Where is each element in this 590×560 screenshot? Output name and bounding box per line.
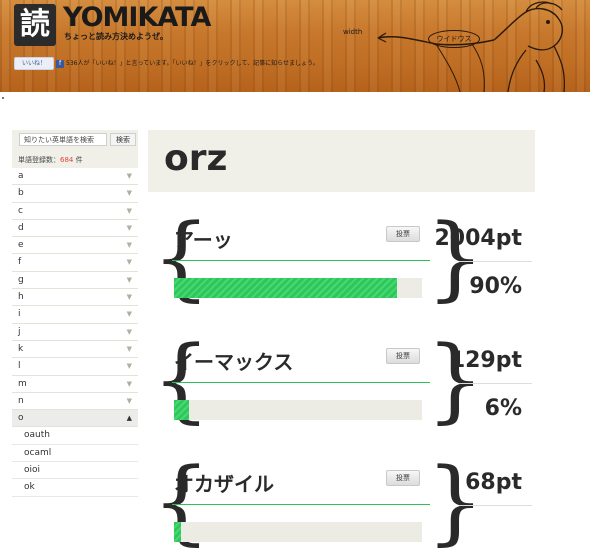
sidebar-letter-label: e [18, 240, 24, 251]
sidebar-letter-a[interactable]: a ▼ [12, 168, 138, 186]
candidate-entry: {} オカザイル 投票 68pt [152, 456, 532, 560]
chevron-down-icon: ▼ [126, 172, 132, 180]
chevron-down-icon: ▼ [126, 310, 132, 319]
word-count: 単語登録数：684 件 [12, 154, 138, 168]
sidebar-letter-label: l [18, 361, 21, 372]
sidebar-word-item[interactable]: oioi [12, 462, 138, 480]
vote-points: 68pt [465, 470, 522, 495]
sidebar-letter-label: o [18, 413, 24, 424]
letter-index: a ▼ b ▼ c ▼ d ▼ e ▼ f ▼ g ▼ h ▼ i ▼ j ▼ k ▼ l ▼ m ▼ n ▼ o ▲ oauth ocaml… [12, 168, 138, 497]
vote-bar [174, 278, 422, 298]
word-count-value: 684 [60, 156, 74, 164]
site-logo-text[interactable]: YOMIKATA [63, 2, 211, 33]
search-input[interactable]: 知りたい英単語を検索 [19, 133, 107, 146]
sidebar-letter-label: n [18, 395, 24, 406]
like-count-text: 536人が「いいね！」と言っています。「いいね！」をクリックして、記事に知らせま… [66, 60, 319, 67]
chevron-down-icon: ▼ [126, 293, 132, 302]
separator-dot [2, 97, 4, 99]
vote-percent: 6% [484, 396, 522, 421]
vote-bar-fill [174, 522, 182, 542]
divider-line [172, 382, 430, 383]
vote-points: 2004pt [434, 226, 523, 251]
sidebar-letter-j[interactable]: j ▼ [12, 324, 138, 341]
candidate-entry: {} アーッ 投票 2004pt 90% [152, 212, 532, 316]
sidebar-letter-n[interactable]: n ▼ [12, 393, 138, 411]
points-separator [460, 261, 532, 262]
sidebar-letter-k[interactable]: k ▼ [12, 341, 138, 359]
sidebar-word-item[interactable]: ocaml [12, 445, 138, 463]
vote-bar [174, 522, 422, 542]
search-button[interactable]: 検索 [110, 133, 136, 146]
site-header: 読 YOMIKATA ちょっと読み方決めようぜ。 width いいね！ f 536… [0, 0, 590, 92]
chevron-down-icon: ▼ [126, 379, 132, 388]
chevron-down-icon: ▼ [126, 258, 132, 267]
facebook-like-button[interactable]: いいね！ [14, 57, 54, 70]
vote-bar-fill [174, 400, 189, 420]
logo-icon[interactable]: 読 [14, 4, 56, 46]
sidebar-word-item[interactable]: ok [12, 479, 138, 497]
sidebar-letter-b[interactable]: b ▼ [12, 185, 138, 203]
sidebar-letter-d[interactable]: d ▼ [12, 220, 138, 238]
sidebar-letter-m[interactable]: m ▼ [12, 376, 138, 393]
candidate-entry: {} イーマックス 投票 129pt 6% [152, 334, 532, 438]
sidebar-letter-o[interactable]: o ▲ [12, 410, 138, 428]
divider-line [172, 504, 430, 505]
vote-bar [174, 400, 422, 420]
chevron-down-icon: ▼ [126, 275, 132, 284]
vote-button[interactable]: 投票 [386, 348, 420, 364]
sidebar-letter-e[interactable]: e ▼ [12, 237, 138, 255]
vote-points: 129pt [449, 348, 522, 373]
sidebar-letter-f[interactable]: f ▼ [12, 254, 138, 272]
speech-bubble: ウイドウス [428, 30, 480, 48]
sidebar-letter-label: d [18, 222, 24, 233]
vote-button[interactable]: 投票 [386, 226, 420, 242]
vote-bar-fill [174, 278, 398, 298]
word-count-label: 単語登録数： [18, 156, 60, 164]
candidate-word: アーッ [174, 228, 233, 252]
sidebar-letter-g[interactable]: g ▼ [12, 272, 138, 290]
chevron-down-icon: ▼ [126, 189, 132, 198]
sidebar-letter-c[interactable]: c ▼ [12, 203, 138, 220]
width-label: width [343, 28, 363, 36]
tagline: ちょっと読み方決めようぜ。 [64, 32, 168, 41]
chevron-up-icon: ▲ [126, 414, 132, 423]
sidebar-letter-label: j [18, 326, 21, 337]
search-bar: 知りたい英単語を検索 検索 [12, 130, 138, 154]
chevron-down-icon: ▼ [126, 362, 132, 371]
sidebar-letter-label: b [18, 188, 24, 199]
sidebar-letter-label: f [18, 257, 22, 268]
divider-line [172, 260, 430, 261]
sidebar: 知りたい英単語を検索 検索 単語登録数：684 件 a ▼ b ▼ c ▼ d ▼ e ▼ f ▼ g ▼… [12, 130, 138, 497]
chevron-down-icon: ▼ [126, 344, 132, 353]
sidebar-letter-label: a [18, 171, 24, 181]
sidebar-letter-label: k [18, 343, 24, 354]
sidebar-letter-label: h [18, 292, 24, 303]
sidebar-letter-label: i [18, 309, 21, 320]
sidebar-letter-label: g [18, 274, 24, 285]
sidebar-letter-h[interactable]: h ▼ [12, 289, 138, 307]
facebook-like-count: f 536人が「いいね！」と言っています。「いいね！」をクリックして、記事に知らせ… [56, 58, 319, 68]
candidate-word: オカザイル [174, 472, 274, 496]
statue-illustration [377, 1, 566, 92]
points-separator [460, 505, 532, 506]
chevron-down-icon: ▼ [126, 206, 132, 215]
sidebar-letter-label: m [18, 378, 27, 389]
sidebar-letter-label: c [18, 205, 23, 216]
sidebar-word-item[interactable]: oauth [12, 427, 138, 445]
chevron-down-icon: ▼ [126, 396, 132, 405]
chevron-down-icon: ▼ [126, 223, 132, 232]
chevron-down-icon: ▼ [126, 327, 132, 336]
word-count-unit: 件 [73, 156, 83, 164]
facebook-icon: f [56, 60, 64, 68]
vote-percent: 90% [469, 274, 522, 299]
sidebar-letter-i[interactable]: i ▼ [12, 306, 138, 324]
page-title: orz [164, 138, 228, 179]
chevron-down-icon: ▼ [126, 241, 132, 250]
page-title-box: orz [148, 130, 535, 192]
candidate-word: イーマックス [174, 350, 294, 374]
sidebar-letter-l[interactable]: l ▼ [12, 358, 138, 376]
vote-button[interactable]: 投票 [386, 470, 420, 486]
points-separator [460, 383, 532, 384]
